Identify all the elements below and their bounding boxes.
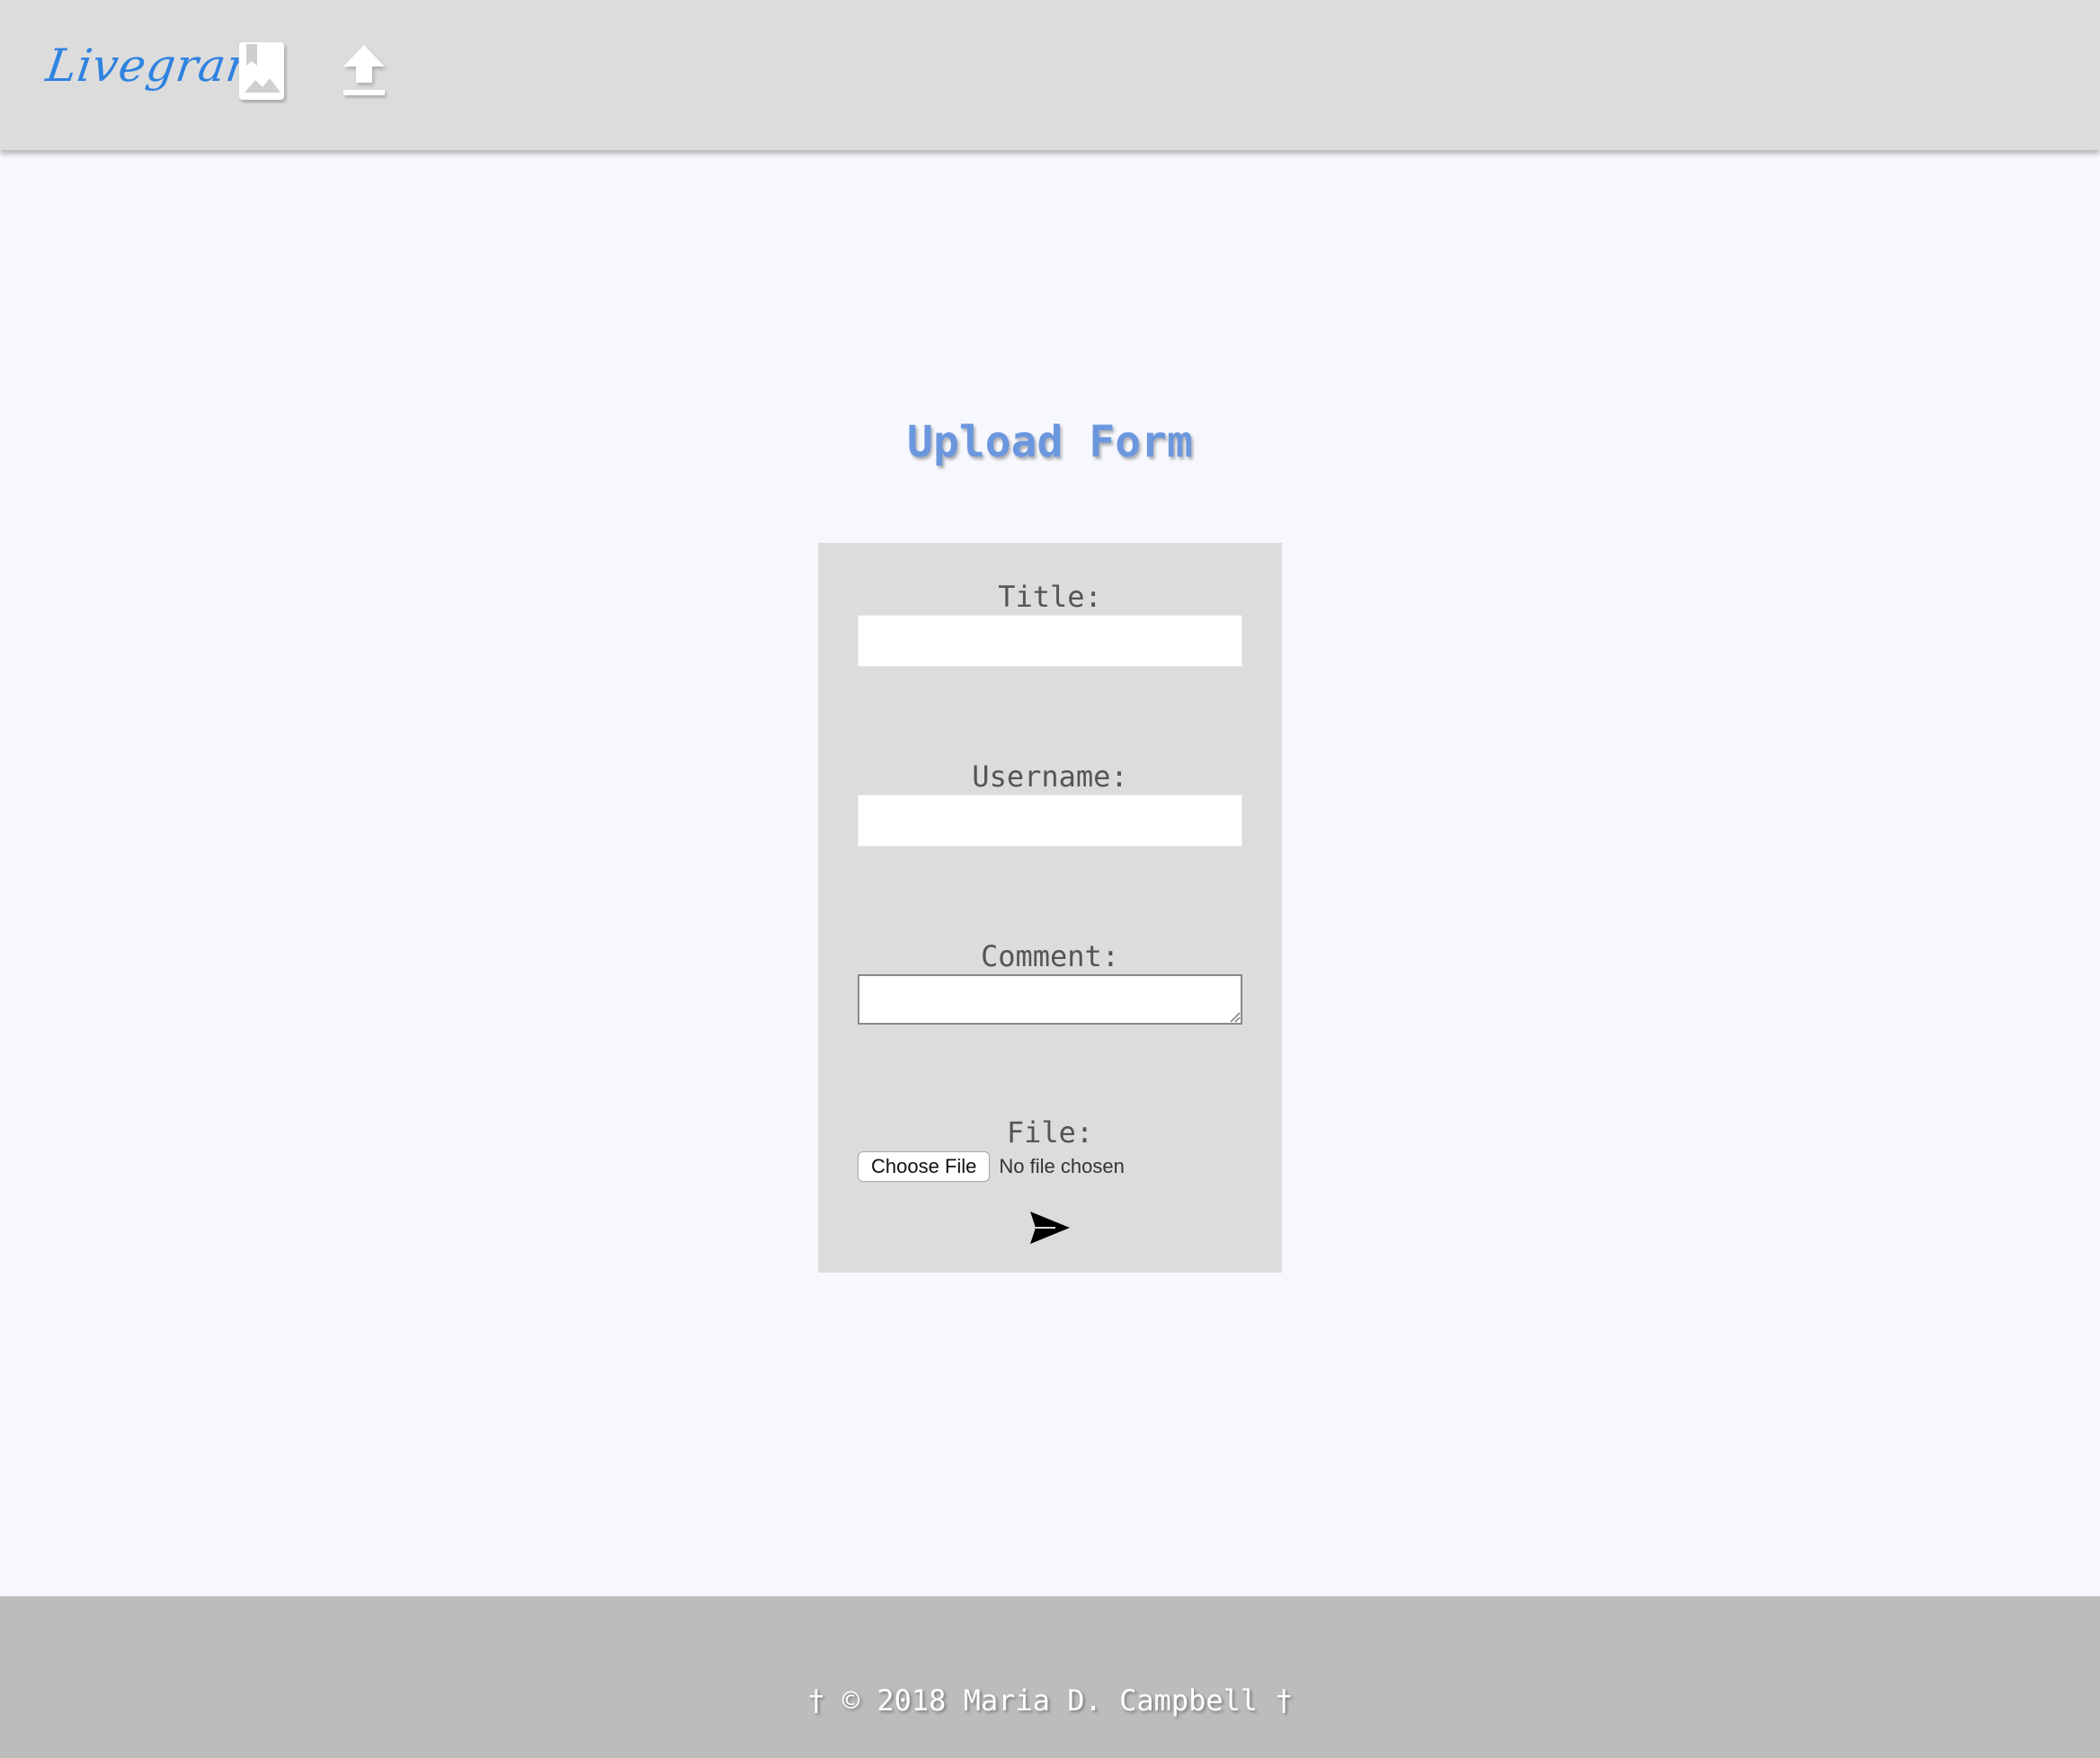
top-navbar: Livegram [0, 0, 2100, 150]
file-label: File: [1006, 1115, 1094, 1150]
footer: † © 2018 Maria D. Campbell † [0, 1596, 2100, 1758]
title-label: Title: [998, 580, 1102, 614]
comment-textarea[interactable] [858, 974, 1242, 1025]
page-title: Upload Form [907, 417, 1193, 467]
send-icon [1028, 1208, 1072, 1247]
comment-label: Comment: [980, 939, 1120, 973]
footer-copyright: † © 2018 Maria D. Campbell † [807, 1683, 1293, 1718]
resize-grip-icon[interactable] [1228, 1010, 1241, 1023]
gallery-nav-link[interactable] [237, 40, 288, 103]
submit-button[interactable] [1028, 1208, 1072, 1247]
choose-file-button[interactable]: Choose File [858, 1151, 991, 1182]
upload-form: Title: Username: Comment: File: Choose F… [818, 543, 1282, 1273]
file-status-text: No file chosen [999, 1155, 1125, 1177]
gallery-icon [237, 40, 288, 103]
page: Livegram Upload Form Title: Username: Co… [0, 0, 2100, 1758]
username-label: Username: [972, 759, 1128, 794]
username-input[interactable] [858, 795, 1242, 847]
comment-field-wrapper [818, 974, 1282, 1025]
upload-nav-link[interactable] [338, 43, 390, 99]
file-picker: Choose File No file chosen [858, 1150, 1125, 1183]
upload-icon [338, 43, 390, 99]
title-input[interactable] [858, 615, 1242, 667]
